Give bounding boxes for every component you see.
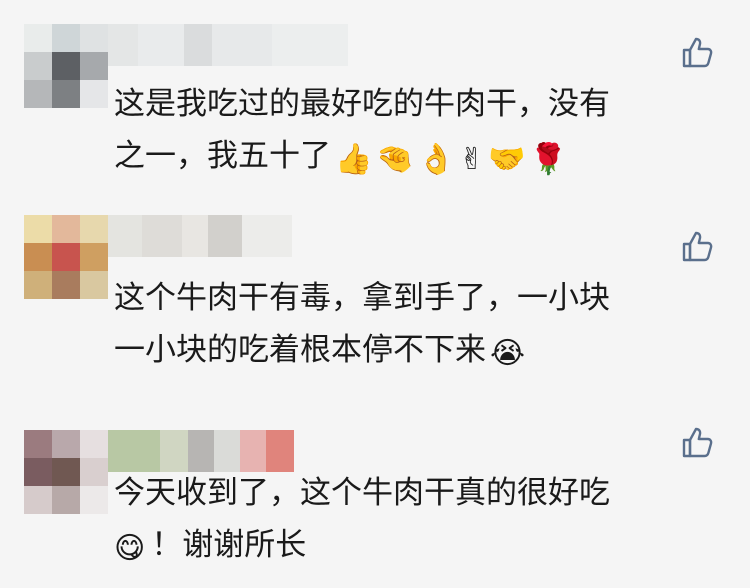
name-block [272, 24, 348, 66]
avatar-pixel [24, 271, 52, 299]
ok-hand-emoji-icon: 👌 [417, 142, 456, 177]
name-block [138, 24, 184, 66]
thumbs-up-outline-icon [682, 427, 713, 458]
avatar-pixel [52, 271, 80, 299]
victory-hand-emoji-icon: ✌ [459, 142, 485, 177]
comment-line: 今天收到了，这个牛肉干真的很好吃 [114, 475, 610, 511]
avatar-pixel [24, 215, 52, 243]
comment-line: 😋 ！谢谢所长 [114, 519, 694, 571]
name-block [266, 430, 294, 472]
avatar[interactable] [24, 24, 108, 108]
like-button[interactable] [680, 424, 716, 460]
avatar[interactable] [24, 215, 108, 299]
name-block [214, 430, 240, 472]
avatar-pixel [80, 271, 108, 299]
comment-line: 这个牛肉干有毒，拿到手了，一小块 [114, 280, 610, 316]
avatar-pixel [52, 486, 80, 514]
avatar-pixel [24, 243, 52, 271]
name-block [242, 215, 292, 257]
avatar-pixel [52, 458, 80, 486]
like-button[interactable] [680, 228, 716, 264]
avatar-pixel [52, 430, 80, 458]
avatar-pixel [24, 486, 52, 514]
avatar-pixel [80, 80, 108, 108]
like-button[interactable] [680, 34, 716, 70]
avatar-pixel [80, 24, 108, 52]
name-block [108, 430, 160, 472]
thumbs-up-outline-icon [682, 37, 713, 68]
name-block [188, 430, 214, 472]
comment-line: 之一，我五十了 👍 🤏 👌 ✌ 🤝 🌹 [114, 130, 694, 182]
name-block [184, 24, 212, 66]
avatar-pixel [80, 430, 108, 458]
avatar-pixel [52, 80, 80, 108]
avatar-pixel [80, 52, 108, 80]
avatar-pixel [52, 243, 80, 271]
avatar-pixel [80, 243, 108, 271]
name-block [160, 430, 188, 472]
commenter-name-blurred[interactable] [108, 24, 348, 66]
comment-line-text: ！谢谢所长 [151, 527, 307, 563]
comment-line-text: 一小块的吃着根本停不下来 [114, 332, 486, 368]
name-block [142, 215, 182, 257]
avatar-pixel [24, 52, 52, 80]
avatar-pixel [80, 486, 108, 514]
thumbs-up-outline-icon [682, 231, 713, 262]
comment-text: 今天收到了，这个牛肉干真的很好吃 😋 ！谢谢所长 [114, 467, 694, 571]
handshake-emoji-icon: 🤝 [488, 142, 526, 177]
name-block [108, 215, 142, 257]
avatar-pixel [52, 215, 80, 243]
comment-line: 这是我吃过的最好吃的牛肉干，没有 [114, 86, 610, 122]
avatar-pixel [24, 80, 52, 108]
pinching-hand-emoji-icon: 🤏 [376, 142, 414, 177]
avatar-pixel [52, 52, 80, 80]
avatar-pixel [24, 24, 52, 52]
name-block [212, 24, 272, 66]
comment-text: 这是我吃过的最好吃的牛肉干，没有 之一，我五十了 👍 🤏 👌 ✌ 🤝 🌹 [114, 78, 694, 182]
avatar-pixel [24, 430, 52, 458]
commenter-name-blurred[interactable] [108, 430, 294, 472]
commenter-name-blurred[interactable] [108, 215, 292, 257]
name-block [240, 430, 266, 472]
name-block [182, 215, 208, 257]
comment-text: 这个牛肉干有毒，拿到手了，一小块 一小块的吃着根本停不下来 😭 [114, 272, 694, 376]
avatar-pixel [24, 458, 52, 486]
avatar-pixel [52, 24, 80, 52]
crying-face-emoji-icon: 😭 [490, 336, 526, 371]
comment-line-text: 之一，我五十了 [114, 138, 331, 174]
thumbs-up-emoji-icon: 👍 [335, 142, 373, 177]
avatar-pixel [80, 215, 108, 243]
avatar[interactable] [24, 430, 108, 514]
name-block [208, 215, 242, 257]
avatar-pixel [80, 458, 108, 486]
name-block [108, 24, 138, 66]
yum-face-emoji-icon: 😋 [114, 531, 146, 566]
rose-emoji-icon: 🌹 [529, 142, 567, 177]
comment-line: 一小块的吃着根本停不下来 😭 [114, 324, 694, 376]
